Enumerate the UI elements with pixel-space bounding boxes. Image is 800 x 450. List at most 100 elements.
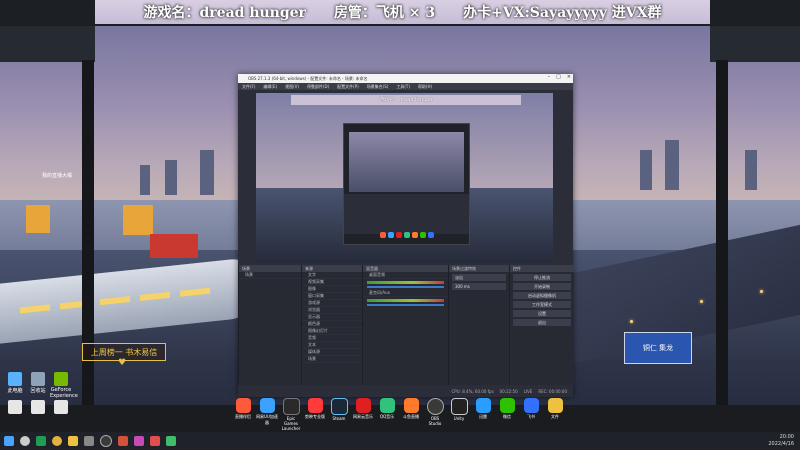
exit-button[interactable]: 退出 xyxy=(513,319,571,326)
mixer-dock: 混音器 桌面音频 麦克风/Aux xyxy=(362,265,448,385)
obs-docks: 场景 场景 来源 文字 视频采集 图像 窗口采集 游戏源 浏览器 显示器 颜色源… xyxy=(238,265,574,385)
obs-window[interactable]: OBS 27.1.3 (64-bit, windows) - 配置文件: 未命名… xyxy=(238,74,574,397)
desktop-icon[interactable] xyxy=(50,400,72,415)
file-icon xyxy=(8,400,22,414)
desktop-icon[interactable]: GeForce Experience xyxy=(50,372,78,399)
source-item[interactable]: 图像 xyxy=(302,286,362,293)
app-launcher[interactable]: 网易UU加速器 xyxy=(256,398,278,428)
volume-slider[interactable] xyxy=(367,286,444,288)
top-supporter-text: 上周榜一 书木易信 xyxy=(90,347,158,357)
app-launcher[interactable]: 飞书 xyxy=(520,398,542,428)
menu-view[interactable]: 视图(V) xyxy=(285,84,299,90)
billboard xyxy=(123,205,153,235)
source-item[interactable]: 显示器 xyxy=(302,314,362,321)
source-item[interactable]: 文字 xyxy=(302,272,362,279)
obs-preview[interactable]: 游戏名：dread hunger xyxy=(256,93,553,263)
menu-scene-collection[interactable]: 场景集合(S) xyxy=(367,84,389,90)
app-label: QQ音乐 xyxy=(379,414,395,419)
minimize-icon[interactable]: – xyxy=(548,74,551,80)
menu-help[interactable]: 帮助(H) xyxy=(418,84,432,90)
virtual-camera-button[interactable]: 启动虚拟摄像机 xyxy=(513,292,571,299)
building xyxy=(200,150,214,195)
app-launcher[interactable]: 文件 xyxy=(544,398,566,428)
app-icon[interactable] xyxy=(134,436,144,446)
volume-slider[interactable] xyxy=(367,304,444,306)
obs-titlebar[interactable]: OBS 27.1.3 (64-bit, windows) - 配置文件: 未命名… xyxy=(238,74,573,83)
source-item[interactable]: 文本 xyxy=(302,342,362,349)
sources-dock-title: 来源 xyxy=(302,265,362,272)
folder-icon[interactable] xyxy=(68,436,78,446)
source-item[interactable]: 浏览器 xyxy=(302,307,362,314)
status-live-time: 00:22:50 xyxy=(499,388,518,394)
stop-streaming-button[interactable]: 停止推流 xyxy=(513,274,571,281)
source-item[interactable]: 媒体源 xyxy=(302,349,362,356)
app-label: Epic Games Launcher xyxy=(281,416,301,431)
start-recording-button[interactable]: 开始录制 xyxy=(513,283,571,290)
menu-tools[interactable]: 工具(T) xyxy=(396,84,410,90)
chat-username: 我的直播大橘 xyxy=(42,173,73,179)
desktop-icon[interactable]: 此电脑 xyxy=(4,372,26,394)
app-launcher[interactable]: 斗鱼直播 xyxy=(400,398,422,428)
menu-docks[interactable]: 停靠部件(D) xyxy=(307,84,329,90)
app-launcher[interactable]: QQ音乐 xyxy=(376,398,398,428)
chrome-icon[interactable] xyxy=(52,436,62,446)
mixer-track-label: 桌面音频 xyxy=(363,272,448,279)
scene-item[interactable]: 场景 xyxy=(239,272,301,279)
source-item[interactable]: 音频 xyxy=(302,335,362,342)
app-launcher[interactable]: Unity xyxy=(448,398,470,428)
app-launcher[interactable]: 剪映专业版 xyxy=(304,398,326,428)
app-launcher[interactable]: 网易云音乐 xyxy=(352,398,374,428)
app-label: Unity xyxy=(453,416,465,421)
app-launcher[interactable]: OBS Studio xyxy=(424,398,446,428)
settings-button[interactable]: 设置 xyxy=(513,310,571,317)
wechat-icon xyxy=(499,398,515,413)
status-rec: REC: 00:00:00 xyxy=(538,388,567,394)
app-launcher[interactable]: 直播伴侣 xyxy=(232,398,254,428)
app-icon[interactable] xyxy=(150,436,160,446)
app-label: 飞书 xyxy=(527,414,535,419)
douyu-icon xyxy=(403,398,419,413)
transition-select[interactable]: 淡出 xyxy=(452,274,506,281)
clock-date: 2022/4/16 xyxy=(768,441,794,447)
app-launcher[interactable]: 微信 xyxy=(496,398,518,428)
search-icon[interactable] xyxy=(20,436,30,446)
recycle-bin-icon xyxy=(31,372,45,386)
app-launcher[interactable]: Steam xyxy=(328,398,350,428)
source-item[interactable]: 视频采集 xyxy=(302,279,362,286)
audio-meter xyxy=(367,299,444,302)
source-item[interactable]: 游戏源 xyxy=(302,300,362,307)
studio-mode-button[interactable]: 工作室模式 xyxy=(513,301,571,308)
app-label: 网易UU加速器 xyxy=(256,414,278,425)
feishu-icon xyxy=(523,398,539,413)
preview-banner: 游戏名：dread hunger xyxy=(291,95,521,105)
menu-edit[interactable]: 编辑(E) xyxy=(263,84,277,90)
settings-icon[interactable] xyxy=(84,436,94,446)
duration-input[interactable]: 300 ms xyxy=(452,283,506,290)
obs-icon xyxy=(426,398,444,415)
menu-profile[interactable]: 配置文件(P) xyxy=(337,84,359,90)
app-icon xyxy=(379,232,386,238)
maximize-icon[interactable]: □ xyxy=(556,74,561,80)
source-item[interactable]: 颜色源 xyxy=(302,321,362,328)
music-icon xyxy=(355,398,371,413)
taskbar: 20:00 2022/4/16 xyxy=(0,432,800,450)
windows-icon[interactable] xyxy=(4,436,14,446)
obs-icon[interactable] xyxy=(100,435,112,447)
app-icon[interactable] xyxy=(166,436,176,446)
street-light xyxy=(760,290,763,293)
desktop-icon[interactable]: 回收站 xyxy=(27,372,49,394)
source-item[interactable]: 窗口采集 xyxy=(302,293,362,300)
desktop-icon[interactable] xyxy=(4,400,26,415)
close-icon[interactable]: × xyxy=(567,74,571,80)
app-launcher[interactable]: 迅雷 xyxy=(472,398,494,428)
source-item[interactable]: 场景 xyxy=(302,356,362,363)
desktop-icon[interactable] xyxy=(27,400,49,415)
app-launcher[interactable]: Epic Games Launcher xyxy=(280,398,302,431)
menu-file[interactable]: 文件(F) xyxy=(242,84,255,90)
edge-icon[interactable] xyxy=(36,436,46,446)
file-icon xyxy=(31,400,45,414)
source-item[interactable]: 图像幻灯片 xyxy=(302,328,362,335)
obs-menubar: 文件(F) 编辑(E) 视图(V) 停靠部件(D) 配置文件(P) 场景集合(S… xyxy=(238,83,573,90)
system-clock[interactable]: 20:00 2022/4/16 xyxy=(768,434,794,448)
app-icon[interactable] xyxy=(118,436,128,446)
